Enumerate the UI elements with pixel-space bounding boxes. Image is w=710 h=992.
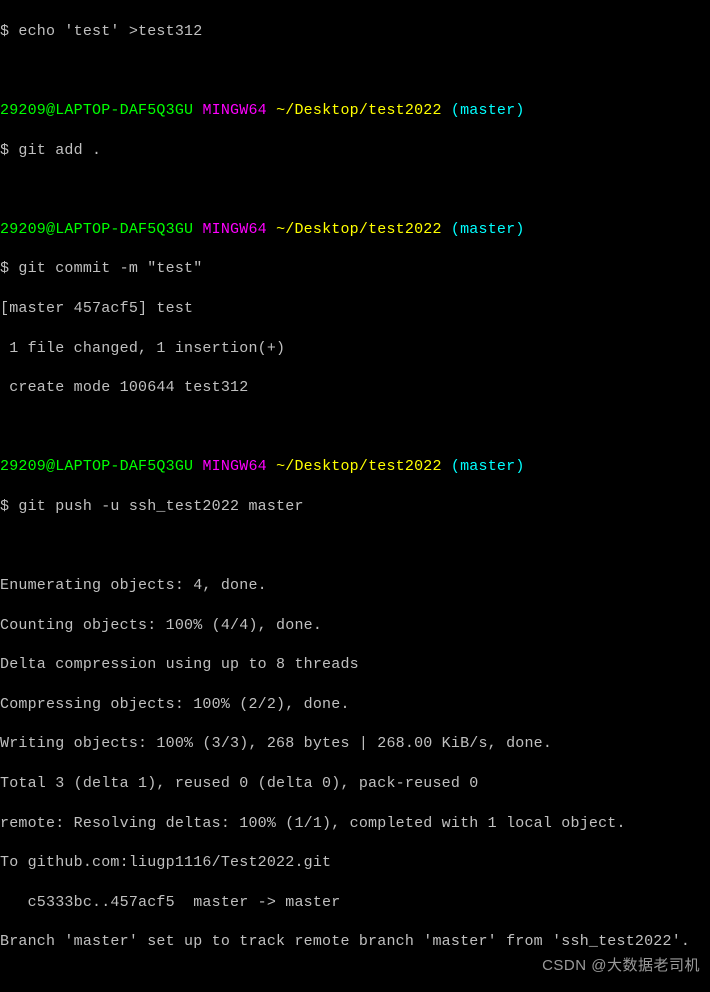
command-text: git add .	[18, 142, 101, 159]
output-line: Writing objects: 100% (3/3), 268 bytes |…	[0, 734, 710, 754]
blank-line	[0, 61, 710, 81]
prompt-line: 29209@LAPTOP-DAF5Q3GU MINGW64 ~/Desktop/…	[0, 220, 710, 240]
output-line: 1 file changed, 1 insertion(+)	[0, 339, 710, 359]
cmd-line: $ git commit -m "test"	[0, 259, 710, 279]
blank-line	[0, 418, 710, 438]
blank-line	[0, 180, 710, 200]
blank-line	[0, 537, 710, 557]
command-text: git push -u ssh_test2022 master	[18, 498, 303, 515]
cmd-line: $ echo 'test' >test312	[0, 22, 710, 42]
output-line: Delta compression using up to 8 threads	[0, 655, 710, 675]
output-line: Branch 'master' set up to track remote b…	[0, 932, 710, 952]
prompt-line: 29209@LAPTOP-DAF5Q3GU MINGW64 ~/Desktop/…	[0, 101, 710, 121]
output-line: [master 457acf5] test	[0, 299, 710, 319]
output-line: create mode 100644 test312	[0, 378, 710, 398]
output-line: Enumerating objects: 4, done.	[0, 576, 710, 596]
prompt-line: 29209@LAPTOP-DAF5Q3GU MINGW64 ~/Desktop/…	[0, 457, 710, 477]
output-line: remote: Resolving deltas: 100% (1/1), co…	[0, 814, 710, 834]
terminal[interactable]: $ echo 'test' >test312 29209@LAPTOP-DAF5…	[0, 0, 710, 992]
command-text: git commit -m "test"	[18, 260, 202, 277]
cmd-line: $ git add .	[0, 141, 710, 161]
output-line: Counting objects: 100% (4/4), done.	[0, 616, 710, 636]
cmd-line: $ git push -u ssh_test2022 master	[0, 497, 710, 517]
output-line: Total 3 (delta 1), reused 0 (delta 0), p…	[0, 774, 710, 794]
output-line: c5333bc..457acf5 master -> master	[0, 893, 710, 913]
blank-line	[0, 972, 710, 992]
command-text: echo 'test' >test312	[18, 23, 202, 40]
output-line: To github.com:liugp1116/Test2022.git	[0, 853, 710, 873]
output-line: Compressing objects: 100% (2/2), done.	[0, 695, 710, 715]
